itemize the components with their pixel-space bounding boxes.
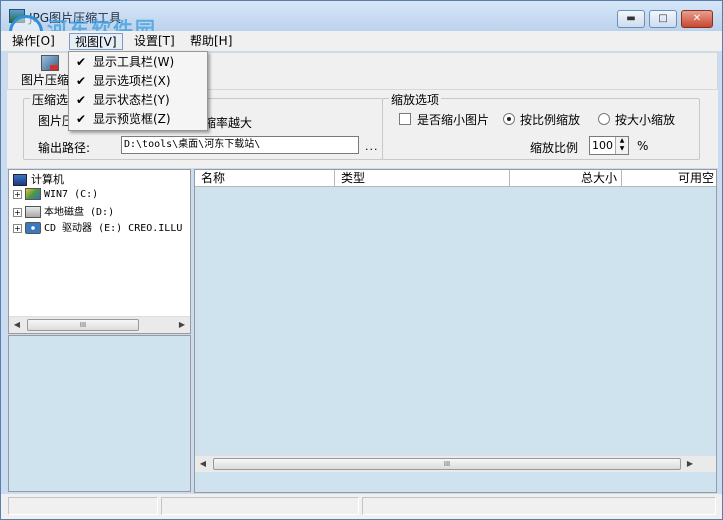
column-header-type[interactable]: 类型 [335, 170, 510, 187]
minimize-button[interactable]: ▬ [617, 10, 645, 28]
tree-item-c[interactable]: + WIN7 (C:) [13, 187, 98, 203]
scroll-right-icon[interactable]: ▶ [682, 456, 698, 472]
menu-item-label: 显示工具栏(W) [93, 55, 175, 69]
menu-operate[interactable]: 操作[O] [7, 33, 60, 50]
tree-item-label: 本地磁盘 (D:) [44, 207, 115, 218]
windows-drive-icon [25, 188, 41, 200]
local-disk-icon [25, 206, 41, 218]
output-path-input[interactable]: D:\tools\桌面\河东下载站\ [121, 136, 359, 154]
menu-help[interactable]: 帮助[H] [185, 33, 237, 50]
ratio-spin-buttons: ▲ ▼ [615, 137, 628, 154]
scale-options-title: 缩放选项 [389, 91, 442, 108]
status-cell [161, 497, 359, 515]
column-header-name[interactable]: 名称 [195, 170, 335, 187]
computer-icon [13, 174, 27, 186]
status-cell [8, 497, 158, 515]
radio-proportional[interactable] [503, 113, 515, 125]
close-button[interactable]: ✕ [681, 10, 713, 28]
browse-button[interactable]: ... [365, 140, 379, 153]
menu-item-show-statusbar[interactable]: ✔ 显示状态栏(Y) [69, 91, 207, 110]
preview-pane [8, 335, 191, 492]
menu-view[interactable]: 视图[V] [69, 33, 123, 50]
list-hscrollbar[interactable]: ◀ III ▶ [195, 455, 716, 472]
tree-item-e[interactable]: + CD 驱动器 (E:) CREO.ILLU [13, 219, 182, 235]
title-bar[interactable]: JPG图片压缩工具 河东软件园 www.pc0359.cn ▬ □ ✕ [1, 1, 722, 61]
radio-size[interactable] [598, 113, 610, 125]
check-icon: ✔ [76, 112, 87, 126]
ratio-unit: % [637, 139, 649, 153]
menu-item-label: 显示预览框(Z) [93, 112, 171, 126]
scale-options-group: 缩放选项 是否缩小图片 按比例缩放 按大小缩放 缩放比例 100 ▲ ▼ % [382, 91, 700, 160]
ratio-stepper[interactable]: 100 ▲ ▼ [589, 136, 629, 155]
menu-item-label: 显示状态栏(Y) [93, 93, 170, 107]
maximize-button[interactable]: □ [649, 10, 677, 28]
check-icon: ✔ [76, 93, 87, 107]
expand-icon[interactable]: + [13, 189, 22, 199]
view-menu-dropdown: ✔ 显示工具栏(W) ✔ 显示选项栏(X) ✔ 显示状态栏(Y) ✔ 显示预览框(Z) [68, 51, 208, 131]
ratio-value: 100 [592, 139, 613, 152]
check-icon: ✔ [76, 74, 87, 88]
column-header-free[interactable]: 可用空 [622, 170, 716, 187]
menu-item-show-toolbar[interactable]: ✔ 显示工具栏(W) [69, 53, 207, 72]
menu-bar: 操作[O] 视图[V] 设置[T] 帮助[H] [1, 31, 722, 51]
scroll-right-icon[interactable]: ▶ [174, 317, 190, 333]
tree-item-d[interactable]: + 本地磁盘 (D:) [13, 203, 114, 219]
ratio-label: 缩放比例 [530, 141, 579, 155]
expand-icon[interactable]: + [13, 223, 22, 233]
compress-button-label[interactable]: 图片压缩 [21, 71, 69, 88]
shrink-checkbox-label: 是否缩小图片 [417, 113, 490, 127]
window-title: JPG图片压缩工具 [29, 11, 122, 25]
menu-item-label: 显示选项栏(X) [93, 74, 171, 88]
menu-item-show-options[interactable]: ✔ 显示选项栏(X) [69, 72, 207, 91]
scroll-thumb[interactable]: III [27, 319, 139, 331]
check-icon: ✔ [76, 55, 87, 69]
app-icon [9, 9, 25, 23]
expand-icon[interactable]: + [13, 207, 22, 217]
scroll-left-icon[interactable]: ◀ [9, 317, 25, 333]
tree-hscrollbar[interactable]: ◀ III ▶ [9, 316, 190, 333]
menu-settings[interactable]: 设置[T] [129, 33, 180, 50]
shrink-checkbox[interactable] [399, 113, 411, 125]
cd-drive-icon [25, 222, 41, 234]
tree-root-label: 计算机 [31, 173, 64, 186]
tree-root[interactable]: 计算机 [13, 171, 64, 187]
menu-item-show-preview[interactable]: ✔ 显示预览框(Z) [69, 110, 207, 129]
spin-down-icon[interactable]: ▼ [616, 145, 628, 153]
status-cell [362, 497, 716, 515]
status-bar [1, 494, 722, 519]
tree-item-label: CD 驱动器 (E:) CREO.ILLU [44, 223, 183, 234]
radio-size-label: 按大小缩放 [615, 113, 676, 127]
tree-item-label: WIN7 (C:) [44, 189, 99, 200]
spin-up-icon[interactable]: ▲ [616, 137, 628, 145]
compress-image-icon[interactable] [41, 55, 59, 71]
scroll-left-icon[interactable]: ◀ [195, 456, 211, 472]
quality-hint: 缩率越大 [204, 116, 253, 130]
output-path-label: 输出路径: [38, 141, 91, 155]
folder-tree[interactable]: 计算机 + WIN7 (C:) + 本地磁盘 (D:) + CD 驱动器 (E:) C… [8, 169, 191, 334]
file-list[interactable]: 名称 类型 总大小 可用空 ◀ III ▶ [194, 169, 717, 493]
radio-proportional-label: 按比例缩放 [520, 113, 581, 127]
app-window: JPG图片压缩工具 河东软件园 www.pc0359.cn ▬ □ ✕ 操作[O… [0, 0, 723, 520]
column-header-size[interactable]: 总大小 [510, 170, 622, 187]
scroll-thumb[interactable]: III [213, 458, 681, 470]
